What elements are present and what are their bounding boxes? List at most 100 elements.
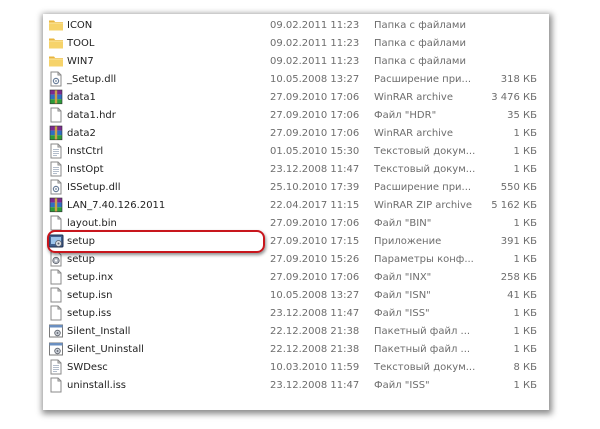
- file-type: Расширение при...: [374, 74, 472, 85]
- file-date: 09.02.2011 11:23: [270, 20, 360, 31]
- file-type: WinRAR archive: [374, 92, 453, 103]
- file-date: 27.09.2010 17:06: [270, 92, 360, 103]
- generic-file-icon: [48, 305, 64, 321]
- file-size: 3 476 КБ: [491, 92, 537, 103]
- winrar-archive-icon: [48, 197, 64, 213]
- folder-icon: [48, 35, 64, 51]
- file-size: 35 КБ: [507, 110, 537, 121]
- setup-application-icon: [48, 233, 64, 249]
- file-explorer-window: ICON 09.02.2011 11:23 Папка с файлами TOOL 0…: [43, 14, 549, 410]
- file-name: SWDesc: [67, 362, 108, 373]
- text-document-icon: [48, 359, 64, 375]
- file-type: Приложение: [374, 236, 442, 247]
- file-row[interactable]: uninstall.iss 23.12.2008 11:47 Файл "ISS" 1…: [43, 377, 549, 395]
- folder-icon: [48, 17, 64, 33]
- file-date: 22.12.2008 21:38: [270, 326, 360, 337]
- file-type: Пакетный файл ...: [374, 326, 471, 337]
- generic-file-icon: [48, 215, 64, 231]
- file-date: 27.09.2010 17:15: [270, 236, 360, 247]
- file-type: Параметры конф...: [374, 254, 474, 265]
- file-size: 41 КБ: [507, 290, 537, 301]
- file-size: 1 КБ: [513, 146, 537, 157]
- file-row[interactable]: WIN7 09.02.2011 11:23 Папка с файлами: [43, 53, 549, 71]
- file-size: 8 КБ: [513, 362, 537, 373]
- file-name: data1.hdr: [67, 110, 116, 121]
- file-date: 27.09.2010 17:06: [270, 218, 360, 229]
- file-date: 09.02.2011 11:23: [270, 38, 360, 49]
- file-row[interactable]: data1.hdr 27.09.2010 17:06 Файл "HDR" 35 КБ: [43, 107, 549, 125]
- file-row[interactable]: setup.isn 10.05.2008 13:27 Файл "ISN" 41 КБ: [43, 287, 549, 305]
- generic-file-icon: [48, 377, 64, 393]
- file-name: setup: [67, 236, 95, 247]
- file-date: 22.04.2017 11:15: [270, 200, 360, 211]
- file-name: Silent_Uninstall: [67, 344, 144, 355]
- file-name: ICON: [67, 20, 93, 31]
- file-name: InstOpt: [67, 164, 104, 175]
- folder-icon: [48, 53, 64, 69]
- file-name: WIN7: [67, 56, 94, 67]
- file-row[interactable]: Silent_Install 22.12.2008 21:38 Пакетный ф…: [43, 323, 549, 341]
- file-name: setup.isn: [67, 290, 113, 301]
- file-type: Файл "BIN": [374, 218, 432, 229]
- file-date: 22.12.2008 21:38: [270, 344, 360, 355]
- file-type: Файл "ISS": [374, 380, 430, 391]
- generic-file-icon: [48, 287, 64, 303]
- file-type: WinRAR archive: [374, 128, 453, 139]
- file-type: Текстовый докум...: [374, 164, 476, 175]
- file-row[interactable]: setup 27.09.2010 17:15 Приложение 391 КБ: [43, 233, 549, 251]
- file-name: uninstall.iss: [67, 380, 126, 391]
- file-type: Файл "HDR": [374, 110, 437, 121]
- batch-file-icon: [48, 341, 64, 357]
- dll-file-icon: [48, 179, 64, 195]
- file-name: Silent_Install: [67, 326, 131, 337]
- file-size: 550 КБ: [500, 182, 537, 193]
- file-type: Файл "ISN": [374, 290, 431, 301]
- generic-file-icon: [48, 107, 64, 123]
- file-name: data2: [67, 128, 96, 139]
- file-date: 10.05.2008 13:27: [270, 74, 360, 85]
- file-size: 1 КБ: [513, 128, 537, 139]
- file-size: 5 162 КБ: [491, 200, 537, 211]
- batch-file-icon: [48, 323, 64, 339]
- file-size: 1 КБ: [513, 326, 537, 337]
- winrar-archive-icon: [48, 125, 64, 141]
- file-type: Папка с файлами: [374, 20, 466, 31]
- file-date: 01.05.2010 15:30: [270, 146, 360, 157]
- file-size: 258 КБ: [500, 272, 537, 283]
- dll-file-icon: [48, 71, 64, 87]
- file-type: Пакетный файл ...: [374, 344, 471, 355]
- file-row[interactable]: _Setup.dll 10.05.2008 13:27 Расширение при…: [43, 71, 549, 89]
- file-row[interactable]: data1 27.09.2010 17:06 WinRAR archive 3 476…: [43, 89, 549, 107]
- file-row[interactable]: LAN_7.40.126.2011 22.04.2017 11:15 WinRAR …: [43, 197, 549, 215]
- file-row[interactable]: ISSetup.dll 25.10.2010 17:39 Расширение пр…: [43, 179, 549, 197]
- file-size: 1 КБ: [513, 380, 537, 391]
- file-row[interactable]: setup.inx 27.09.2010 17:06 Файл "INX" 258 К…: [43, 269, 549, 287]
- file-row[interactable]: InstOpt 23.12.2008 11:47 Текстовый докум..…: [43, 161, 549, 179]
- file-date: 09.02.2011 11:23: [270, 56, 360, 67]
- winrar-archive-icon: [48, 89, 64, 105]
- file-type: Папка с файлами: [374, 56, 466, 67]
- file-row[interactable]: Silent_Uninstall 22.12.2008 21:38 Пакетный…: [43, 341, 549, 359]
- file-row[interactable]: data2 27.09.2010 17:06 WinRAR archive 1 КБ: [43, 125, 549, 143]
- file-date: 23.12.2008 11:47: [270, 308, 360, 319]
- file-row[interactable]: TOOL 09.02.2011 11:23 Папка с файлами: [43, 35, 549, 53]
- file-type: Расширение при...: [374, 182, 472, 193]
- file-name: setup: [67, 254, 95, 265]
- file-date: 27.09.2010 17:06: [270, 128, 360, 139]
- file-row[interactable]: InstCtrl 01.05.2010 15:30 Текстовый докум.…: [43, 143, 549, 161]
- file-row[interactable]: ICON 09.02.2011 11:23 Папка с файлами: [43, 17, 549, 35]
- file-date: 27.09.2010 15:26: [270, 254, 360, 265]
- file-date: 10.05.2008 13:27: [270, 290, 360, 301]
- file-size: 318 КБ: [500, 74, 537, 85]
- file-row[interactable]: layout.bin 27.09.2010 17:06 Файл "BIN" 1 КБ: [43, 215, 549, 233]
- file-size: 391 КБ: [500, 236, 537, 247]
- file-row[interactable]: setup.iss 23.12.2008 11:47 Файл "ISS" 1 КБ: [43, 305, 549, 323]
- file-name: ISSetup.dll: [67, 182, 121, 193]
- file-name: setup.iss: [67, 308, 112, 319]
- file-row[interactable]: setup 27.09.2010 15:26 Параметры конф... 1 …: [43, 251, 549, 269]
- file-date: 23.12.2008 11:47: [270, 380, 360, 391]
- file-date: 23.12.2008 11:47: [270, 164, 360, 175]
- file-name: layout.bin: [67, 218, 117, 229]
- file-row[interactable]: SWDesc 10.03.2010 11:59 Текстовый докум...…: [43, 359, 549, 377]
- file-size: 1 КБ: [513, 218, 537, 229]
